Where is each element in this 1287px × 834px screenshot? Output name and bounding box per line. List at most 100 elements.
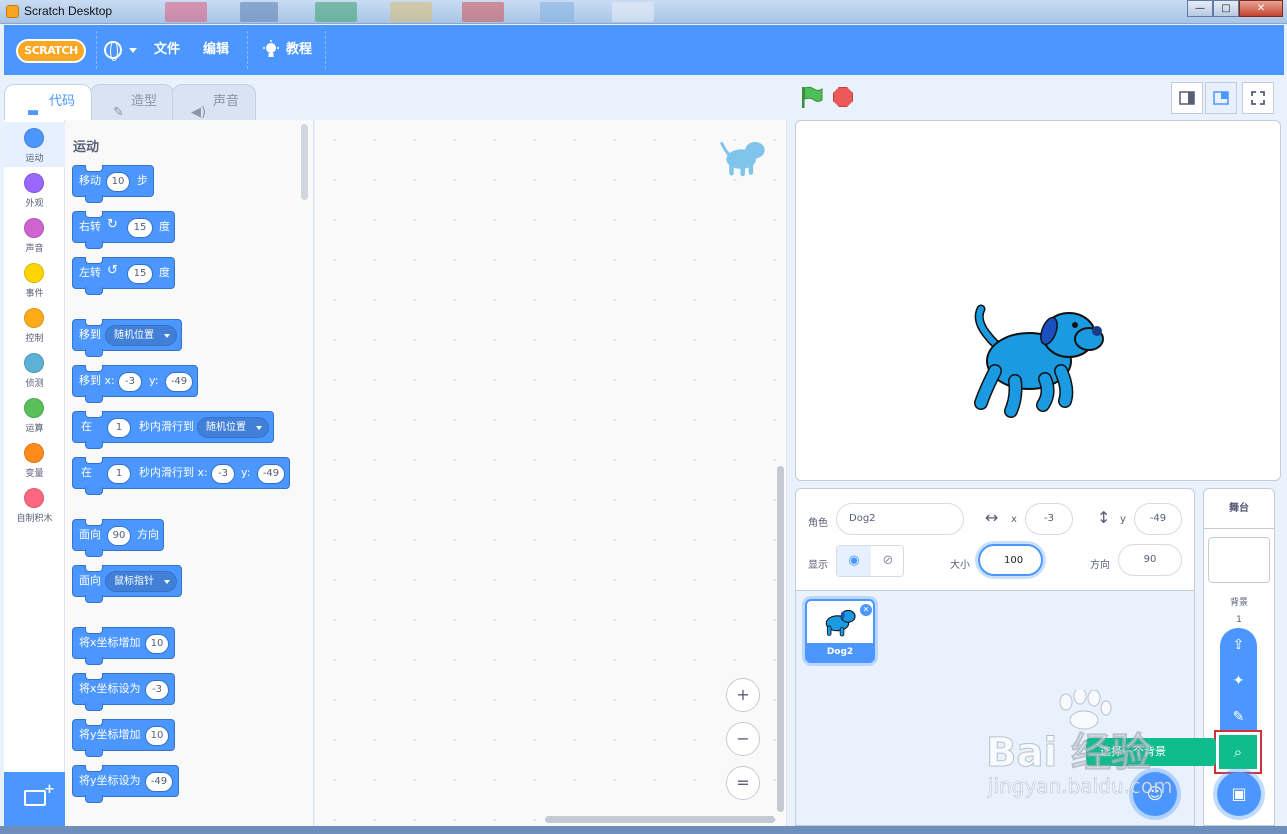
category-looks[interactable]: 外观 (4, 167, 65, 212)
language-globe-icon[interactable] (104, 41, 122, 61)
block-input[interactable]: 10 (145, 726, 169, 746)
zoom-reset-button[interactable]: = (726, 766, 760, 800)
taskbar-thumbnail (315, 2, 357, 22)
edit-menu[interactable]: 编辑 (203, 25, 229, 75)
block-glide-random[interactable]: 在 1 秒内滑行到 随机位置 (72, 411, 274, 449)
dropdown-value: 随机位置 (114, 330, 154, 341)
scratch-logo[interactable]: SCRATCH (16, 39, 86, 63)
block-input[interactable]: 1 (107, 464, 131, 484)
sprite-watermark-icon (720, 141, 765, 177)
dropdown-value: 随机位置 (206, 422, 246, 433)
backdrop-thumbnail[interactable] (1208, 537, 1270, 583)
category-variables[interactable]: 变量 (4, 437, 65, 482)
block-input[interactable]: -49 (145, 772, 173, 792)
stop-sign-icon[interactable] (833, 87, 853, 107)
block-input[interactable]: -3 (145, 680, 169, 700)
window-titlebar: Scratch Desktop — □ ✕ (0, 0, 1287, 24)
upload-backdrop-icon[interactable]: ⇪ (1220, 630, 1257, 660)
block-input[interactable]: 10 (145, 634, 169, 654)
block-goto-xy[interactable]: 移到 x: -3 y: -49 (72, 365, 198, 403)
block-input[interactable]: 90 (107, 526, 131, 546)
small-stage-button[interactable] (1171, 82, 1203, 114)
block-input[interactable]: 1 (107, 418, 131, 438)
taskbar-thumbnail (165, 2, 207, 22)
block-point-direction[interactable]: 面向 90 方向 (72, 519, 164, 557)
show-eye-icon[interactable]: ◉ (837, 546, 871, 576)
minimize-button[interactable]: — (1187, 0, 1213, 17)
block-input[interactable]: -3 (118, 372, 142, 392)
block-set-x[interactable]: 将x坐标设为 -3 (72, 673, 175, 711)
zoom-in-button[interactable]: + (726, 678, 760, 712)
sprite-name-input[interactable]: Dog2 (836, 503, 964, 535)
y-input[interactable]: -49 (1134, 503, 1182, 535)
category-control[interactable]: 控制 (4, 302, 65, 347)
fullscreen-button[interactable] (1242, 82, 1274, 114)
taskbar-thumbnail (462, 2, 504, 22)
code-workspace[interactable]: + − = (315, 120, 787, 826)
tab-costumes-label: 造型 (131, 94, 158, 109)
green-flag-icon[interactable] (800, 86, 824, 108)
block-change-y[interactable]: 将y坐标增加 10 (72, 719, 175, 757)
stage-canvas[interactable] (795, 120, 1281, 481)
workspace-horizontal-scrollbar[interactable] (545, 816, 775, 823)
dog-sprite[interactable] (971, 301, 1106, 419)
maximize-button[interactable]: □ (1213, 0, 1239, 17)
tab-sounds[interactable]: ◀) 声音 (172, 84, 256, 120)
block-text: 将x坐标设为 (79, 682, 141, 695)
category-label: 变量 (25, 469, 44, 479)
block-point-towards[interactable]: 面向 鼠标指针 (72, 565, 182, 603)
direction-input[interactable]: 90 (1118, 544, 1182, 576)
zoom-out-button[interactable]: − (726, 722, 760, 756)
block-set-y[interactable]: 将y坐标设为 -49 (72, 765, 179, 803)
size-label: 大小 (950, 560, 970, 571)
block-text: y: (149, 374, 159, 387)
tutorials-menu[interactable]: 教程 (286, 25, 312, 75)
block-dropdown[interactable]: 随机位置 (105, 325, 177, 346)
add-extension-button[interactable]: + (4, 772, 65, 826)
x-input[interactable]: -3 (1025, 503, 1073, 535)
block-move-steps[interactable]: 移动 10 步 (72, 165, 154, 203)
block-input[interactable]: -49 (165, 372, 193, 392)
category-my-blocks[interactable]: 自制积木 (4, 482, 65, 527)
sprite-thumbnail[interactable]: ✕ Dog2 (805, 599, 875, 663)
paint-backdrop-icon[interactable]: ✎ (1220, 702, 1257, 732)
block-turn-right[interactable]: 右转 ↻ 15 度 (72, 211, 175, 249)
block-input[interactable]: 10 (106, 172, 130, 192)
horizontal-arrows-icon: ↔ (985, 508, 999, 527)
hide-eye-icon[interactable]: ⊘ (871, 546, 905, 576)
tab-code-label: 代码 (49, 94, 76, 109)
block-turn-left[interactable]: 左转 ↺ 15 度 (72, 257, 175, 295)
menu-divider (247, 31, 248, 69)
block-dropdown[interactable]: 鼠标指针 (105, 571, 177, 592)
block-input[interactable]: 15 (127, 264, 153, 284)
category-sound[interactable]: 声音 (4, 212, 65, 257)
tab-code[interactable]: ▬ 代码 (4, 84, 92, 120)
block-input[interactable]: 15 (127, 218, 153, 238)
workspace-vertical-scrollbar[interactable] (777, 466, 784, 812)
window-title: Scratch Desktop (24, 4, 113, 18)
choose-sprite-button[interactable]: ☺ (1133, 772, 1177, 816)
tab-costumes[interactable]: ✎ 造型 (90, 84, 174, 120)
category-label: 外观 (25, 199, 44, 209)
choose-backdrop-button[interactable]: ▣ (1217, 772, 1261, 816)
block-text: 度 (159, 266, 170, 279)
delete-sprite-icon[interactable]: ✕ (859, 603, 873, 617)
category-events[interactable]: 事件 (4, 257, 65, 302)
category-label: 声音 (25, 244, 44, 254)
category-operators[interactable]: 运算 (4, 392, 65, 437)
close-button[interactable]: ✕ (1239, 0, 1283, 17)
size-input[interactable]: 100 (978, 544, 1043, 576)
small-stage-icon (1179, 91, 1195, 105)
normal-stage-button[interactable] (1205, 82, 1237, 114)
surprise-sparkle-icon[interactable]: ✦ (1220, 666, 1257, 696)
file-menu[interactable]: 文件 (154, 25, 180, 75)
block-glide-xy[interactable]: 在 1 秒内滑行到 x: -3 y: -49 (72, 457, 290, 495)
block-goto-random[interactable]: 移到 随机位置 (72, 319, 182, 357)
palette-scrollbar[interactable] (301, 124, 308, 200)
block-input[interactable]: -3 (211, 464, 235, 484)
block-input[interactable]: -49 (257, 464, 285, 484)
block-dropdown[interactable]: 随机位置 (197, 417, 269, 438)
category-sensing[interactable]: 侦测 (4, 347, 65, 392)
block-change-x[interactable]: 将x坐标增加 10 (72, 627, 175, 665)
choose-backdrop-search-button[interactable]: ⌕ (1214, 730, 1262, 774)
